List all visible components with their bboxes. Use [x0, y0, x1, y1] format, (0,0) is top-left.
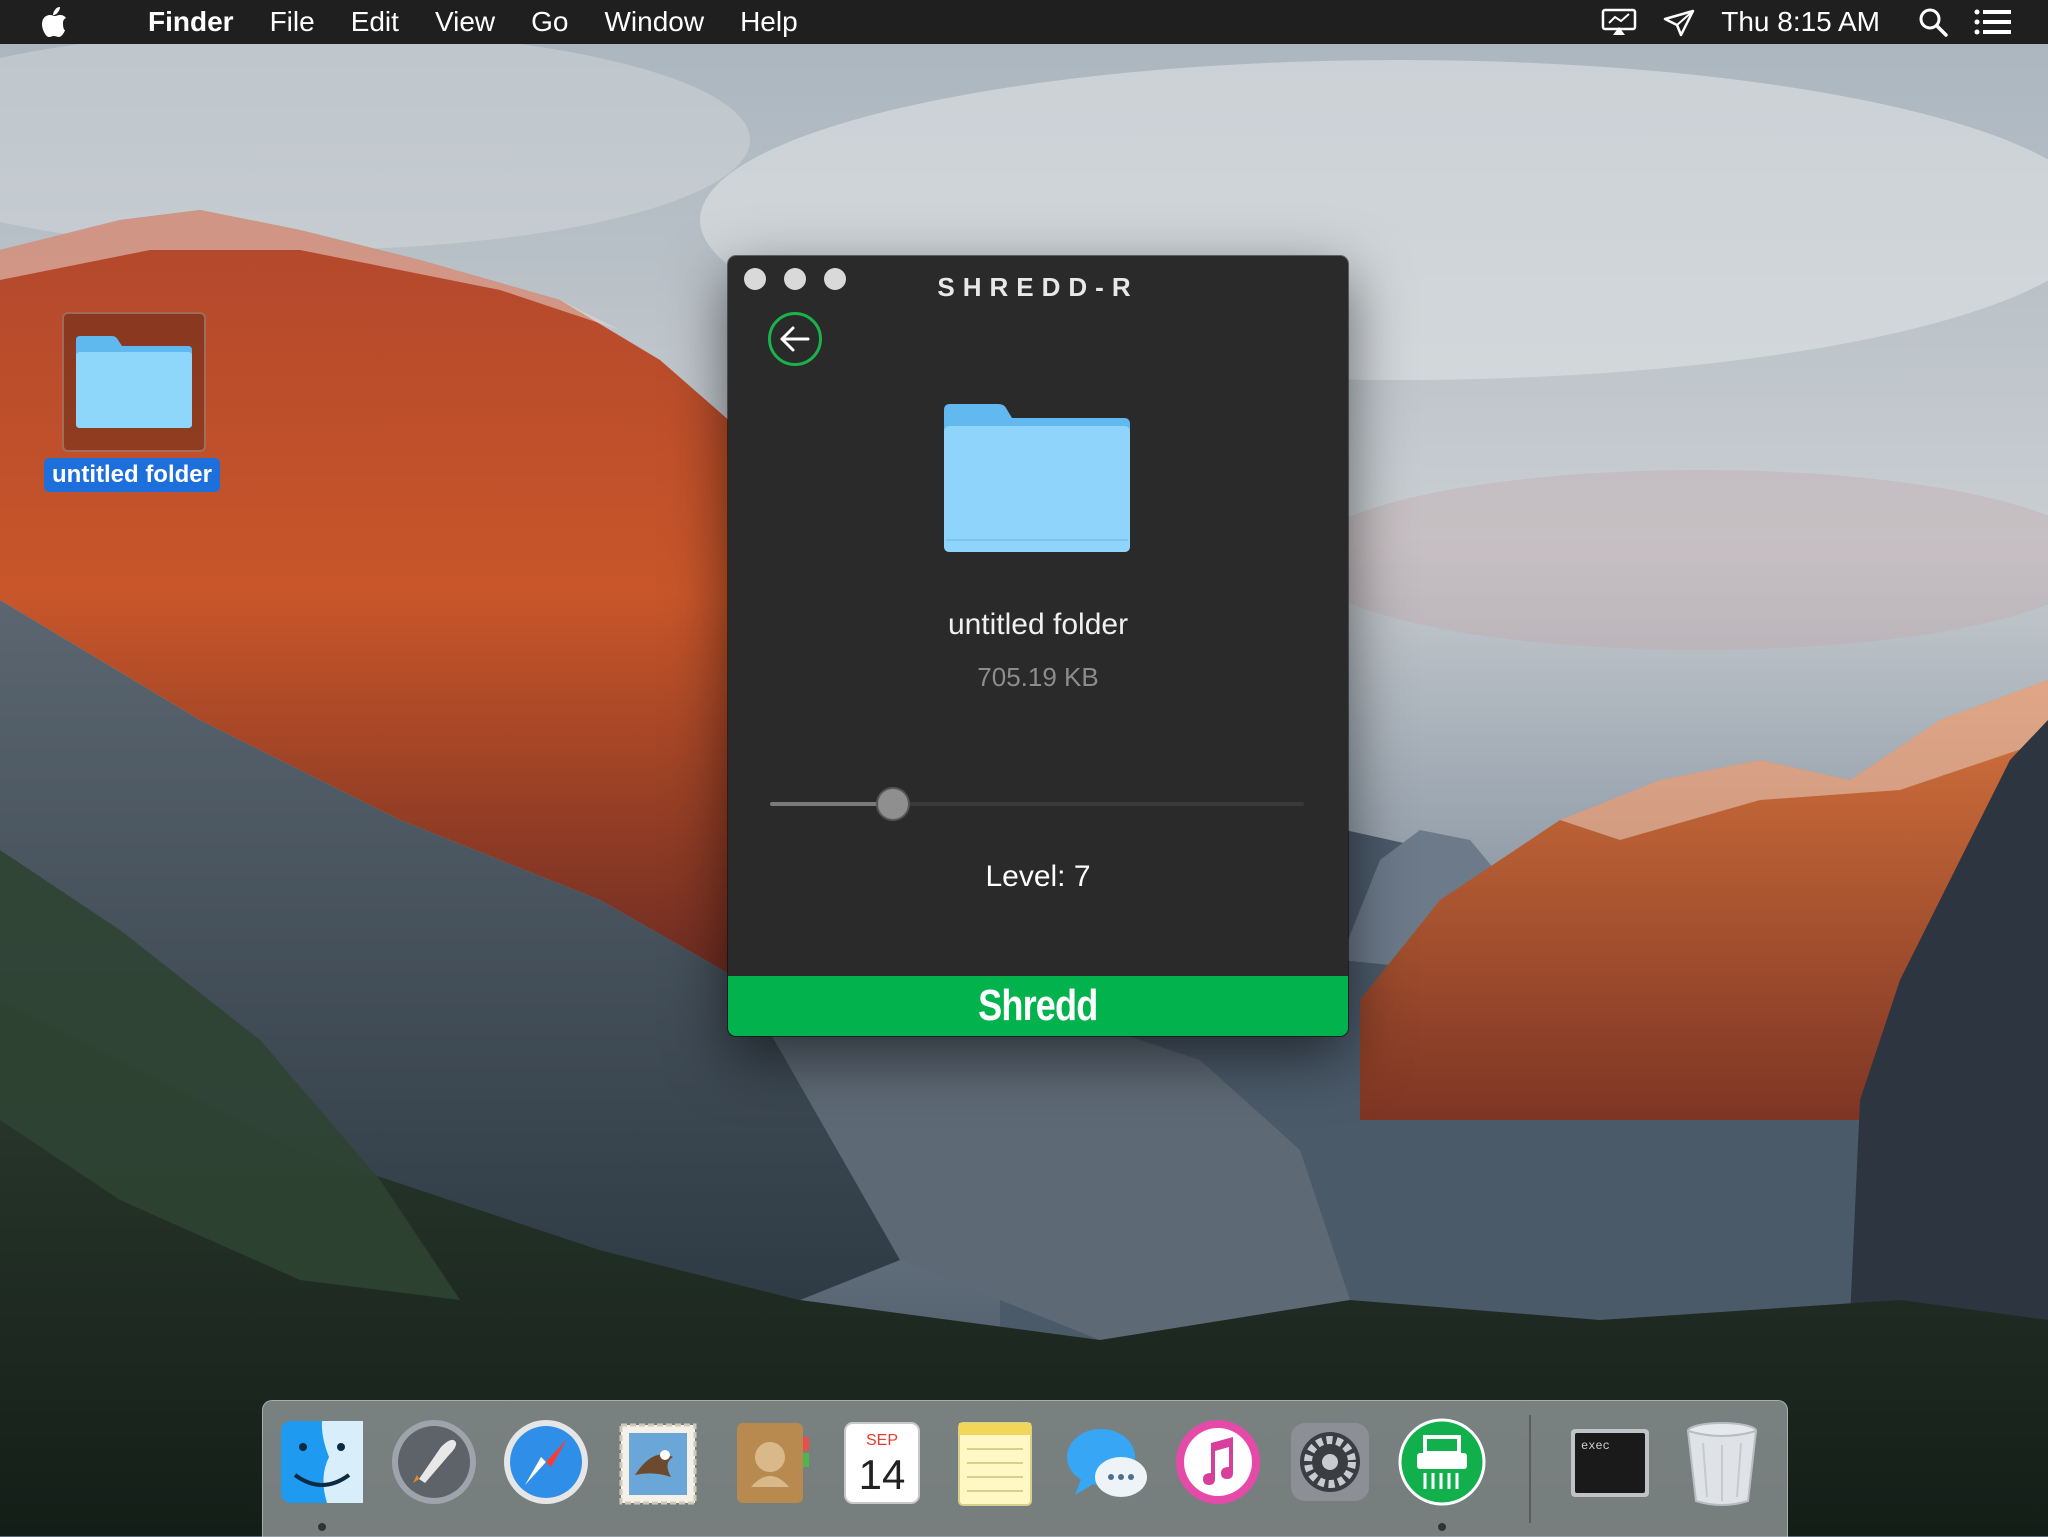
dock-itunes[interactable]	[1173, 1417, 1263, 1513]
shred-level-slider[interactable]	[770, 786, 1304, 822]
folder-icon	[944, 404, 1130, 552]
dock-contacts[interactable]	[725, 1417, 815, 1513]
menu-edit[interactable]: Edit	[351, 0, 399, 44]
dock-calendar[interactable]: SEP 14	[837, 1417, 927, 1513]
file-name: untitled folder	[947, 608, 1129, 641]
folder-icon	[76, 336, 192, 428]
notes-icon	[958, 1422, 1032, 1506]
shredd-button[interactable]: Shredd	[728, 976, 1348, 1036]
dock-system-preferences[interactable]	[1285, 1417, 1375, 1513]
menu-window[interactable]: Window	[604, 0, 704, 44]
apple-menu-icon[interactable]	[40, 0, 96, 44]
dock: SEP 14 exec	[262, 1400, 1788, 1537]
running-indicator	[1438, 1523, 1446, 1531]
desktop-folder-selection[interactable]	[62, 312, 206, 452]
calendar-day: 14	[859, 1451, 906, 1498]
shredd-r-window: SHREDD-R untitled folder 705.19 KB Level…	[728, 256, 1348, 1036]
running-indicator	[318, 1523, 326, 1531]
itunes-icon	[1176, 1420, 1260, 1504]
spotlight-search-icon[interactable]	[1918, 7, 1948, 37]
notification-center-icon[interactable]	[1974, 9, 2012, 35]
dock-mail[interactable]	[613, 1417, 703, 1513]
menu-help[interactable]: Help	[740, 0, 798, 44]
back-button[interactable]	[768, 312, 822, 366]
level-label: Level: 7	[985, 860, 1091, 893]
dock-safari[interactable]	[501, 1417, 591, 1513]
system-preferences-icon	[1291, 1423, 1369, 1501]
file-size: 705.19 KB	[977, 662, 1099, 692]
mail-icon	[619, 1423, 697, 1505]
window-title: SHREDD-R	[937, 272, 1139, 302]
menu-bar: Finder File Edit View Go Window Help Thu…	[0, 0, 2048, 44]
slider-fill	[770, 802, 893, 806]
menubar-clock[interactable]: Thu 8:15 AM	[1721, 6, 1880, 38]
menu-file[interactable]: File	[270, 0, 315, 44]
dock-launchpad[interactable]	[389, 1417, 479, 1513]
menu-app-name[interactable]: Finder	[148, 0, 234, 44]
shredd-button-label: Shredd	[978, 981, 1098, 1030]
dock-separator	[1529, 1415, 1531, 1523]
calendar-month: SEP	[866, 1432, 898, 1449]
dock-trash[interactable]	[1677, 1417, 1767, 1513]
slider-knob[interactable]	[876, 787, 910, 821]
dock-finder[interactable]	[277, 1417, 367, 1513]
menu-go[interactable]: Go	[531, 0, 568, 44]
calendar-icon: SEP 14	[844, 1422, 920, 1504]
terminal-text: exec	[1581, 1439, 1610, 1453]
contacts-icon	[737, 1423, 809, 1503]
shredd-r-icon	[1398, 1418, 1486, 1506]
airplay-send-icon[interactable]	[1663, 7, 1695, 37]
messages-icon	[1067, 1429, 1147, 1497]
launchpad-icon	[392, 1420, 476, 1504]
safari-icon	[504, 1420, 588, 1504]
dock-terminal[interactable]: exec	[1565, 1417, 1655, 1513]
terminal-icon: exec	[1571, 1429, 1649, 1497]
dock-notes[interactable]	[949, 1417, 1039, 1513]
dock-messages[interactable]	[1061, 1417, 1151, 1513]
desktop-folder-label[interactable]: untitled folder	[44, 458, 220, 492]
finder-icon	[281, 1421, 363, 1503]
menu-view[interactable]: View	[435, 0, 495, 44]
display-mirroring-icon[interactable]	[1601, 7, 1637, 37]
trash-icon	[1686, 1422, 1758, 1506]
arrow-left-icon	[780, 326, 810, 352]
dock-shredd-r[interactable]	[1397, 1417, 1487, 1513]
